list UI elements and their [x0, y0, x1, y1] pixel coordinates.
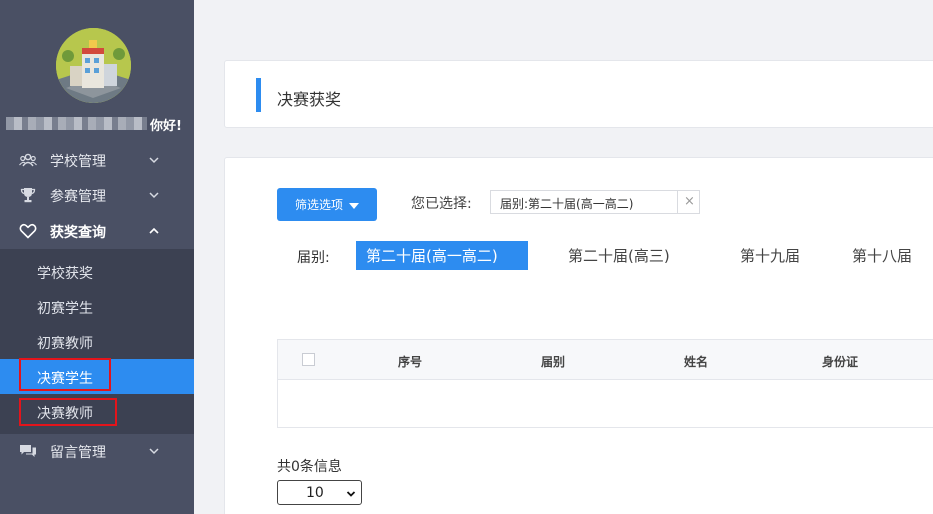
submenu-prelim-teachers[interactable]: 初赛教师	[0, 324, 194, 359]
greeting-text: 你好!	[150, 119, 182, 134]
chevron-up-icon	[149, 227, 159, 234]
session-option-20-g1g2[interactable]: 第二十届(高一高二)	[356, 241, 528, 270]
select-all-checkbox[interactable]	[302, 353, 315, 366]
submenu-label: 决赛教师	[37, 406, 93, 422]
session-option-20-g3[interactable]: 第二十届(高三)	[568, 241, 670, 270]
page-size-select[interactable]: 10	[277, 480, 362, 505]
menu-competition-management[interactable]: 参赛管理	[0, 177, 194, 212]
submenu-label: 决赛学生	[37, 371, 93, 387]
page-size-value: 10	[306, 485, 324, 501]
session-filter-label: 届别:	[297, 250, 330, 266]
caret-down-icon	[349, 202, 359, 209]
page-title: 决赛获奖	[277, 90, 342, 109]
filter-options-button[interactable]: 筛选选项	[277, 188, 377, 221]
chevron-down-icon	[149, 157, 159, 164]
chevron-down-icon	[149, 192, 159, 199]
award-query-submenu: 学校获奖 初赛学生 初赛教师 决赛学生 决赛教师	[0, 249, 194, 434]
users-icon	[19, 153, 37, 167]
chip-divider	[677, 191, 678, 213]
selected-filter-chip: 届别:第二十届(高一高二) ×	[490, 190, 700, 214]
menu-label: 获奖查询	[50, 225, 106, 241]
selected-filters-label: 您已选择:	[411, 196, 472, 212]
record-count: 共0条信息	[277, 459, 342, 475]
menu-message-management[interactable]: 留言管理	[0, 433, 194, 468]
trophy-icon	[20, 188, 36, 203]
submenu-final-teachers[interactable]: 决赛教师	[0, 394, 194, 429]
user-avatar[interactable]	[56, 28, 131, 103]
sidebar: 你好! 学校管理 参赛管理 获奖查询 学校获奖 初赛学生 初赛教师 决赛学生 决…	[0, 0, 194, 514]
submenu-label: 初赛学生	[37, 301, 93, 317]
session-option-19[interactable]: 第十九届	[740, 241, 800, 270]
username-blurred	[6, 117, 147, 130]
menu-label: 参赛管理	[50, 189, 106, 205]
building-illustration-icon	[56, 28, 131, 103]
close-icon[interactable]: ×	[684, 194, 695, 209]
menu-award-query[interactable]: 获奖查询	[0, 213, 194, 248]
submenu-prelim-students[interactable]: 初赛学生	[0, 289, 194, 324]
chevron-down-icon	[346, 491, 356, 497]
column-header-id-card[interactable]: 身份证	[822, 353, 858, 370]
menu-label: 学校管理	[50, 154, 106, 170]
title-panel: 决赛获奖	[224, 60, 933, 128]
column-header-session[interactable]: 届别	[541, 353, 565, 370]
menu-label: 留言管理	[50, 445, 106, 461]
menu-school-management[interactable]: 学校管理	[0, 142, 194, 177]
session-option-18[interactable]: 第十八届	[852, 241, 912, 270]
filter-button-label: 筛选选项	[294, 198, 343, 212]
chat-icon	[20, 445, 36, 457]
submenu-label: 初赛教师	[37, 336, 93, 352]
heart-icon	[19, 223, 37, 239]
column-header-index[interactable]: 序号	[398, 353, 422, 370]
table-header: 序号 届别 姓名 身份证	[278, 340, 933, 380]
submenu-school-awards[interactable]: 学校获奖	[0, 254, 194, 289]
chevron-down-icon	[149, 448, 159, 455]
submenu-label: 学校获奖	[37, 266, 93, 282]
submenu-final-students[interactable]: 决赛学生	[0, 359, 194, 394]
title-accent-bar	[256, 78, 261, 112]
chip-text: 届别:第二十届(高一高二)	[500, 197, 634, 211]
column-header-name[interactable]: 姓名	[684, 353, 708, 370]
results-table: 序号 届别 姓名 身份证	[277, 339, 933, 428]
